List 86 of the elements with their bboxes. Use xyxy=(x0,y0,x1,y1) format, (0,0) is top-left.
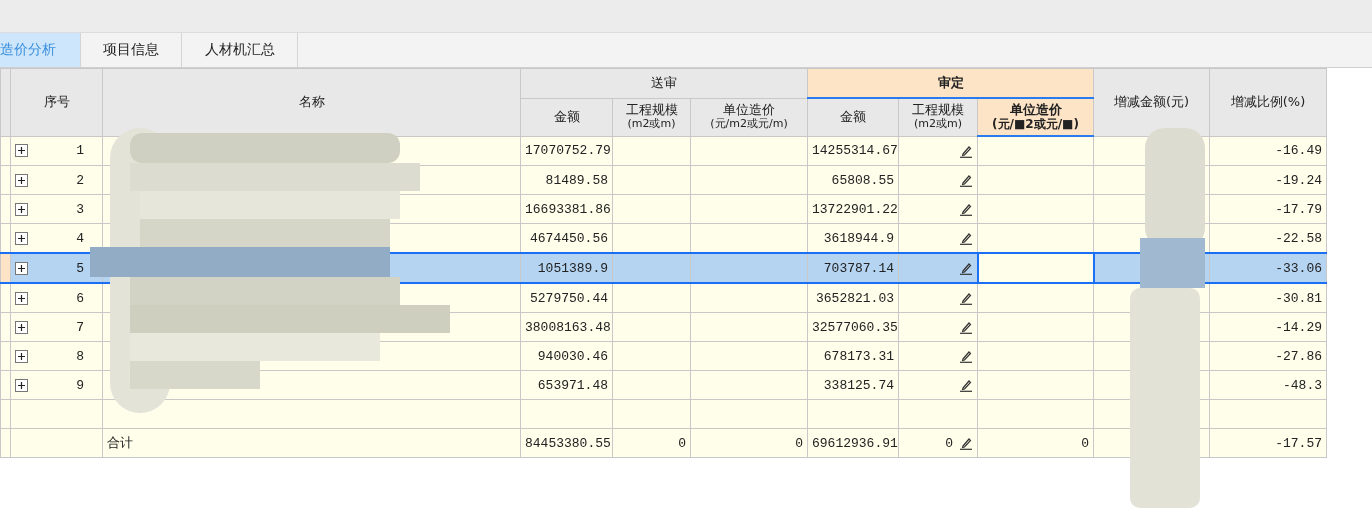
table-cell[interactable] xyxy=(977,283,1094,313)
cell-value: 0 xyxy=(945,435,953,451)
table-cell: 3618944.9 xyxy=(807,223,899,253)
row-number: 8 xyxy=(75,348,84,364)
expand-icon[interactable] xyxy=(15,261,28,275)
row-number: 9 xyxy=(75,377,84,393)
table-cell[interactable] xyxy=(977,399,1094,429)
table-cell: 69612936.91 xyxy=(807,428,899,458)
table-cell: 678173.31 xyxy=(807,341,899,371)
expand-icon[interactable] xyxy=(15,349,28,363)
expand-icon[interactable] xyxy=(15,144,28,158)
table-cell: 84453380.55 xyxy=(520,428,613,458)
table-cell: -30.81 xyxy=(1209,283,1327,313)
row-number: 6 xyxy=(75,290,84,306)
header-cell: 序号 xyxy=(10,68,103,136)
table-cell: 38008163.48 xyxy=(520,312,613,342)
table-cell: 合计 xyxy=(102,428,521,458)
table-cell: 940030.46 xyxy=(520,341,613,371)
table-cell: 16693381.86 xyxy=(520,194,613,224)
header-cell: 增减金额(元) xyxy=(1093,68,1210,136)
table-cell: 32577060.35 xyxy=(807,312,899,342)
pencil-icon[interactable] xyxy=(959,291,973,305)
table-cell: 0 xyxy=(612,428,691,458)
table-cell: -19.24 xyxy=(1209,165,1327,195)
table-cell: 1051389.9 xyxy=(520,253,613,283)
table-cell: -16.49 xyxy=(1209,136,1327,166)
table-cell[interactable] xyxy=(977,223,1094,253)
table-cell[interactable]: 0 xyxy=(977,428,1094,458)
table-cell: -14.29 xyxy=(1209,312,1327,342)
table-cell[interactable] xyxy=(977,194,1094,224)
expand-icon[interactable] xyxy=(15,291,28,305)
row-number: 1 xyxy=(75,143,84,159)
pencil-icon[interactable] xyxy=(958,261,973,275)
table-cell: 81489.58 xyxy=(520,165,613,195)
table-cell: 5279750.44 xyxy=(520,283,613,313)
pencil-icon[interactable] xyxy=(959,436,973,450)
expand-icon[interactable] xyxy=(15,378,28,392)
expand-icon[interactable] xyxy=(15,202,28,216)
expand-icon[interactable] xyxy=(15,320,28,334)
pencil-icon[interactable] xyxy=(959,320,973,334)
header-cell: 工程规模 (m2或m) xyxy=(612,98,691,136)
row-number: 4 xyxy=(75,230,84,246)
table-cell: 65808.55 xyxy=(807,165,899,195)
table-cell: -22.58 xyxy=(1209,223,1327,253)
table-cell: -17.79 xyxy=(1209,194,1327,224)
table-cell: -17.57 xyxy=(1209,428,1327,458)
header-cell: 金额 xyxy=(807,98,899,136)
header-cell: 送审 xyxy=(520,68,808,98)
table-cell: -33.06 xyxy=(1209,253,1327,283)
table-cell[interactable] xyxy=(977,136,1094,166)
table-cell[interactable] xyxy=(977,370,1094,400)
header-cell: 名称 xyxy=(102,68,521,136)
table-cell: 3652821.03 xyxy=(807,283,899,313)
header-cell: 单位造价 (元/■2或元/■) xyxy=(977,98,1094,136)
expand-icon[interactable] xyxy=(15,173,28,187)
table-cell: -48.3 xyxy=(1209,370,1327,400)
table-cell: 703787.14 xyxy=(807,253,899,283)
pencil-icon[interactable] xyxy=(959,349,973,363)
header-cell: 金额 xyxy=(520,98,613,136)
row-header-cell xyxy=(0,399,11,429)
table-cell[interactable] xyxy=(977,253,1094,283)
pencil-icon[interactable] xyxy=(959,173,973,187)
table-cell: 17070752.79 xyxy=(520,136,613,166)
row-number: 3 xyxy=(75,201,84,217)
header-cell: 单位造价 (元/m2或元/m) xyxy=(690,98,808,136)
pencil-icon[interactable] xyxy=(959,378,973,392)
row-number: 5 xyxy=(75,260,84,276)
table-cell: 14255314.67 xyxy=(807,136,899,166)
table-cell: 338125.74 xyxy=(807,370,899,400)
header-cell: 增减比例(%) xyxy=(1209,68,1327,136)
row-number: 2 xyxy=(75,172,84,188)
row-header-cell xyxy=(0,428,11,458)
header-cell: 工程规模 (m2或m) xyxy=(898,98,978,136)
table-cell[interactable] xyxy=(977,341,1094,371)
table-cell[interactable] xyxy=(977,165,1094,195)
header-cell: 审定 xyxy=(807,68,1094,98)
table-cell: -27.86 xyxy=(1209,341,1327,371)
pencil-icon[interactable] xyxy=(959,202,973,216)
table-cell: 0 xyxy=(690,428,808,458)
table-cell: 4674450.56 xyxy=(520,223,613,253)
table-cell[interactable] xyxy=(977,312,1094,342)
expand-icon[interactable] xyxy=(15,231,28,245)
row-number: 7 xyxy=(75,319,84,335)
table-cell: 653971.48 xyxy=(520,370,613,400)
pencil-icon[interactable] xyxy=(959,231,973,245)
table-cell: 13722901.22 xyxy=(807,194,899,224)
